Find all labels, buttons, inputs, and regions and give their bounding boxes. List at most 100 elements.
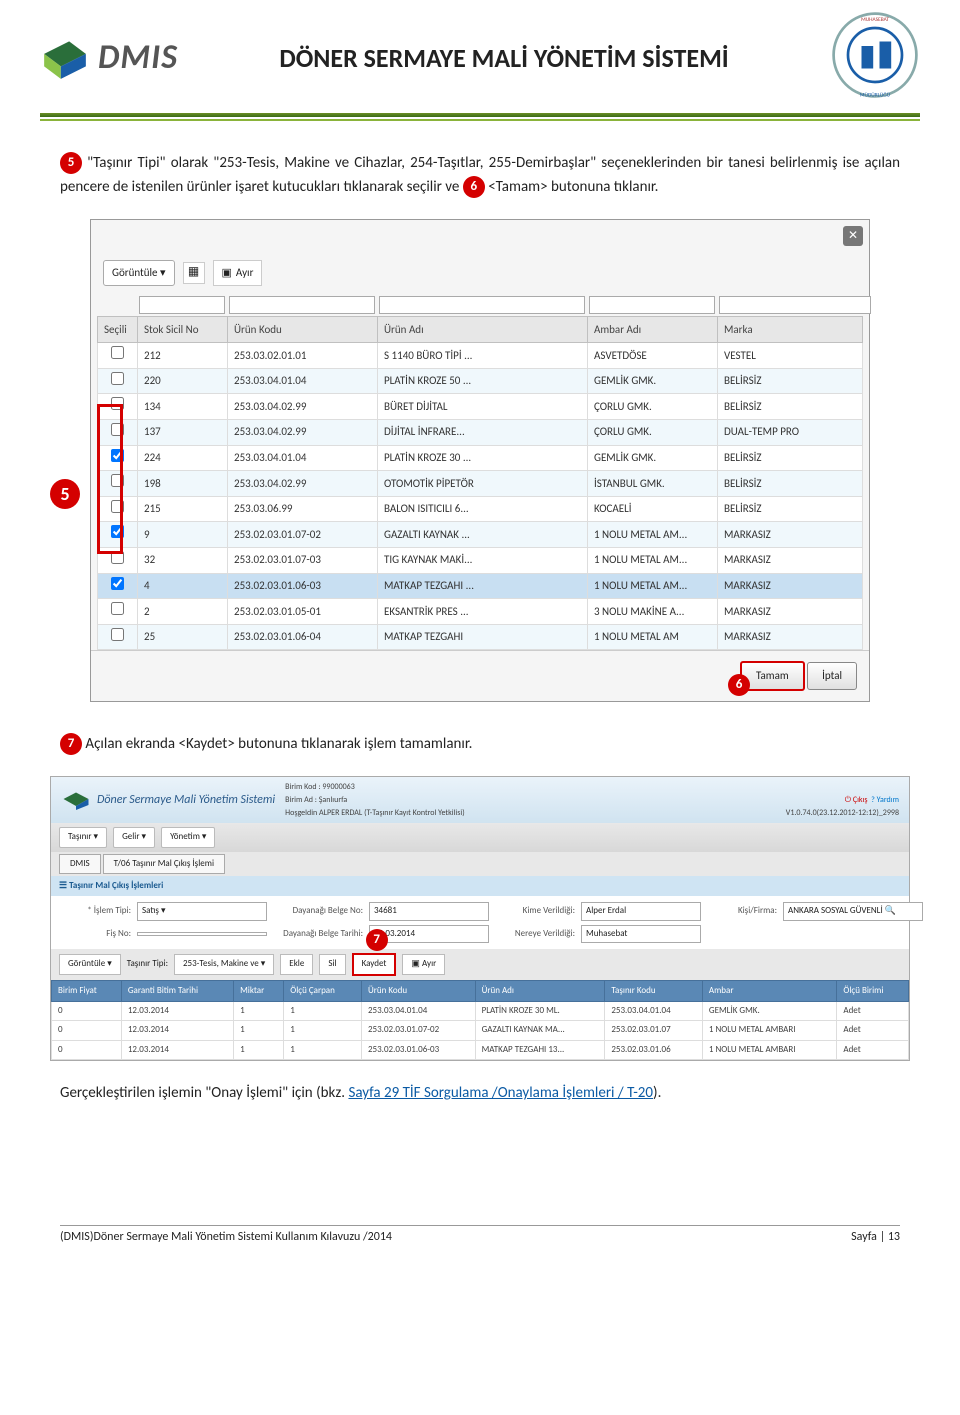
nereye-input[interactable]: Muhasebat <box>581 925 701 943</box>
table-cell: 32 <box>138 547 228 573</box>
table-header[interactable]: Ürün Kodu <box>228 316 378 343</box>
table-row[interactable]: 32253.02.03.01.07-03TIG KAYNAK MAKİ...1 … <box>98 547 863 573</box>
table-cell: 253.02.03.01.06-03 <box>228 573 378 599</box>
table-cell: 224 <box>138 445 228 471</box>
table-cell: MARKASIZ <box>718 547 863 573</box>
menu-item[interactable]: Yönetim ▾ <box>161 827 215 847</box>
grid-row[interactable]: 012.03.201411253.02.03.01.07-02GAZALTI K… <box>52 1021 909 1040</box>
table-cell: DUAL-TEMP PRO <box>718 419 863 445</box>
table-header[interactable]: Ambar Adı <box>588 316 718 343</box>
table-row[interactable]: 220253.03.04.01.04PLATİN KROZE 50 ...GEM… <box>98 368 863 394</box>
grid-cell: 253.02.03.01.06-03 <box>361 1040 475 1059</box>
table-cell: 25 <box>138 624 228 650</box>
step6-marker: 6 <box>728 674 750 696</box>
table-cell: 253.03.04.01.04 <box>228 445 378 471</box>
table-cell: 253.02.03.01.07-02 <box>228 522 378 548</box>
table-row[interactable]: 224253.03.04.01.04PLATİN KROZE 30 ...GEM… <box>98 445 863 471</box>
yardim-link[interactable]: ? Yardım <box>871 795 899 805</box>
table-row[interactable]: 25253.02.03.01.06-04MATKAP TEZGAHI1 NOLU… <box>98 624 863 650</box>
table-cell: 253.03.04.02.99 <box>228 394 378 420</box>
goruntule-button[interactable]: Görüntüle ▾ <box>59 954 121 974</box>
tab[interactable]: T/06 Taşınır Mal Çıkış İşlemi <box>103 854 225 874</box>
cikis-link[interactable]: ⏻ Çıkış <box>845 795 868 805</box>
menu-item[interactable]: Taşınır ▾ <box>59 827 107 847</box>
kaydet-button[interactable]: 7 Kaydet <box>352 953 397 975</box>
menu-item[interactable]: Gelir ▾ <box>113 827 155 847</box>
table-cell: DİJİTAL İNFRARE... <box>378 419 588 445</box>
grid-header[interactable]: Taşınır Kodu <box>605 980 703 1001</box>
table-row[interactable]: 134253.03.04.02.99BÜRET DİJİTALÇORLU GMK… <box>98 394 863 420</box>
table-row[interactable]: 4253.02.03.01.06-03MATKAP TEZGAHI ...1 N… <box>98 573 863 599</box>
final-paragraph: Gerçekleştirilen işlemin "Onay İşlemi" i… <box>60 1081 900 1105</box>
fisno-input[interactable] <box>137 932 267 936</box>
table-row[interactable]: 212253.03.02.01.01S 1140 BÜRO TİPİ ...AS… <box>98 343 863 369</box>
filter-marka[interactable] <box>719 296 871 314</box>
row-checkbox[interactable] <box>111 372 124 385</box>
islem-tipi-select[interactable]: Satış ▾ <box>137 902 267 920</box>
grid-header[interactable]: Ölçü Çarpan <box>284 980 362 1001</box>
row-checkbox[interactable] <box>111 628 124 641</box>
ekle-button[interactable]: Ekle <box>280 954 313 974</box>
grid-header[interactable]: Ölçü Birimi <box>837 980 909 1001</box>
close-icon[interactable]: ✕ <box>843 226 863 246</box>
grid-cell: Adet <box>837 1040 909 1059</box>
table-header[interactable]: Seçili <box>98 316 138 343</box>
filter-ambar[interactable] <box>589 296 715 314</box>
kime-input[interactable]: Alper Erdal <box>581 902 701 920</box>
table-cell: 134 <box>138 394 228 420</box>
table-cell: 1 NOLU METAL AM <box>588 624 718 650</box>
grid-cell: 253.03.04.01.04 <box>361 1002 475 1021</box>
table-cell: 253.03.04.02.99 <box>228 471 378 497</box>
row-checkbox[interactable] <box>111 577 124 590</box>
grid-header[interactable]: Ürün Adı <box>475 980 605 1001</box>
grid-header[interactable]: Ürün Kodu <box>361 980 475 1001</box>
tab[interactable]: DMIS <box>59 854 101 874</box>
final-link[interactable]: Sayfa 29 TİF Sorgulama /Onaylama İşlemle… <box>348 1084 653 1102</box>
row-checkbox[interactable] <box>111 602 124 615</box>
goruntule-dropdown[interactable]: Görüntüle ▾ <box>103 260 175 286</box>
grid-cell: 1 <box>284 1002 362 1021</box>
table-row[interactable]: 137253.03.04.02.99DİJİTAL İNFRARE...ÇORL… <box>98 419 863 445</box>
sil-button[interactable]: Sil <box>319 954 345 974</box>
table-row[interactable]: 2253.02.03.01.05-01EKSANTRİK PRES ...3 N… <box>98 599 863 625</box>
table-cell: 253.03.06.99 <box>228 496 378 522</box>
page-title: DÖNER SERMAYE MALİ YÖNETİM SİSTEMİ <box>178 42 830 74</box>
table-header[interactable]: Ürün Adı <box>378 316 588 343</box>
grid-header[interactable]: Miktar <box>234 980 284 1001</box>
step5-after: <Tamam> butonuna tıklanır. <box>488 178 658 196</box>
table-row[interactable]: 215253.03.06.99BALON ISITICILI 6...KOCAE… <box>98 496 863 522</box>
grid-header[interactable]: Birim Fiyat <box>52 980 122 1001</box>
iptal-button[interactable]: İptal <box>807 662 857 690</box>
table-header[interactable]: Stok Sicil No <box>138 316 228 343</box>
table-row[interactable]: 198253.03.04.02.99OTOMOTİK PİPETÖRİSTANB… <box>98 471 863 497</box>
table-row[interactable]: 9253.02.03.01.07-02GAZALTI KAYNAK ...1 N… <box>98 522 863 548</box>
table-cell: 212 <box>138 343 228 369</box>
product-table: SeçiliStok Sicil NoÜrün KoduÜrün AdıAmba… <box>97 316 863 651</box>
islem-tipi-label: * İşlem Tipi: <box>61 904 131 918</box>
grid-cell: 12.03.2014 <box>121 1002 233 1021</box>
ayir-button-2[interactable]: ▣ Ayır <box>402 954 445 974</box>
grid-row[interactable]: 012.03.201411253.02.03.01.06-03MATKAP TE… <box>52 1040 909 1059</box>
table-header[interactable]: Marka <box>718 316 863 343</box>
dayanak-tarih-label: Dayanağı Belge Tarihi: <box>273 927 363 941</box>
kisi-input[interactable]: ANKARA SOSYAL GÜVENLİ 🔍 <box>783 902 923 920</box>
table-cell: 198 <box>138 471 228 497</box>
dmis-logo-text: DMIS <box>98 37 178 78</box>
table-cell: 253.02.03.01.06-04 <box>228 624 378 650</box>
birim-ad: Birim Ad : Şanlıurfa <box>285 794 347 807</box>
filter-sicil[interactable] <box>139 296 225 314</box>
filter-ad[interactable] <box>379 296 585 314</box>
grid-header[interactable]: Ambar <box>702 980 836 1001</box>
table-cell: 253.02.03.01.05-01 <box>228 599 378 625</box>
columns-icon[interactable]: ▦ <box>183 262 205 284</box>
grid-header[interactable]: Garanti Bitim Tarihi <box>121 980 233 1001</box>
ayir-button[interactable]: ▣ Ayır <box>213 260 263 286</box>
table-cell: 9 <box>138 522 228 548</box>
dayanak-input[interactable]: 34681 <box>369 902 489 920</box>
grid-row[interactable]: 012.03.201411253.03.04.01.04PLATİN KROZE… <box>52 1002 909 1021</box>
tasinir-tipi-select[interactable]: 253-Tesis, Makine ve ▾ <box>174 954 274 974</box>
table-cell: GEMLİK GMK. <box>588 445 718 471</box>
table-cell: S 1140 BÜRO TİPİ ... <box>378 343 588 369</box>
filter-kod[interactable] <box>229 296 375 314</box>
row-checkbox[interactable] <box>111 346 124 359</box>
